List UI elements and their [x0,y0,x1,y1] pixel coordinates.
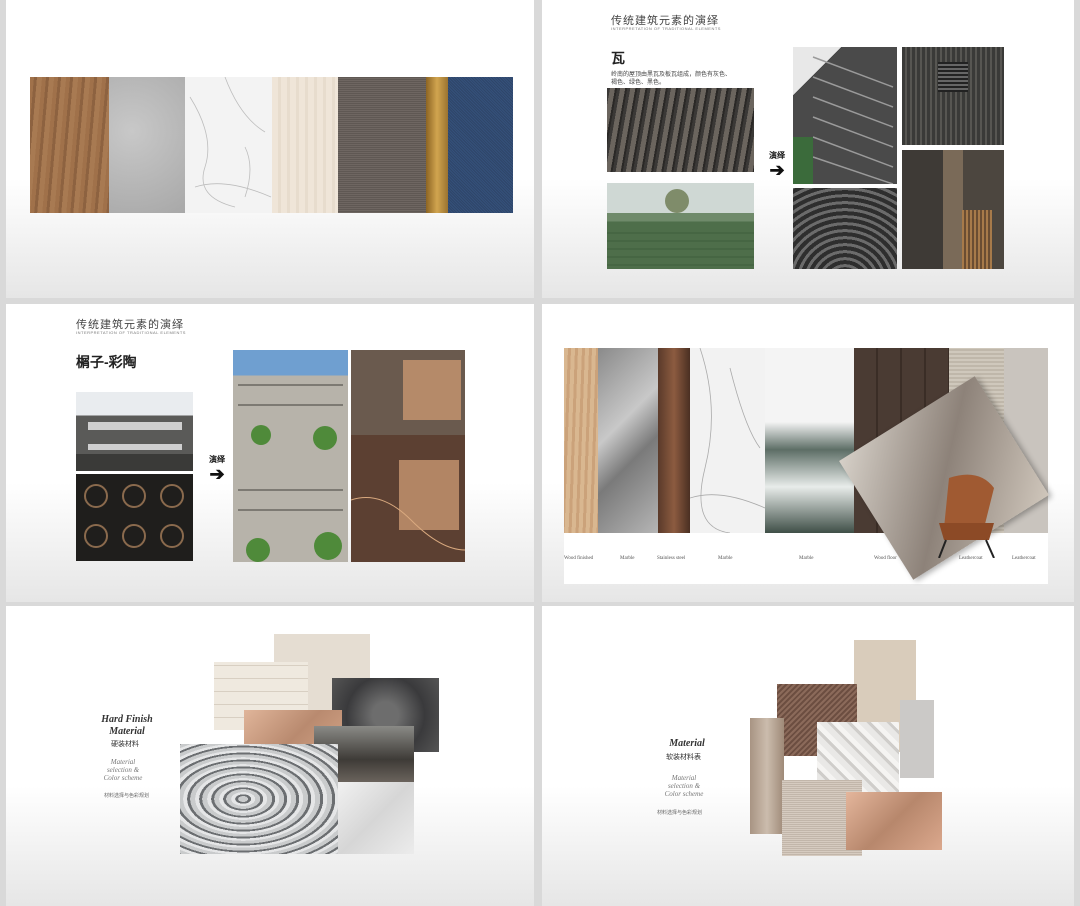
wood-swatch [30,77,109,213]
arrow-right-icon: ➔ [209,464,225,484]
beige-wood-swatch [272,77,338,213]
navy-fabric-swatch [448,77,513,213]
breeze-block-facade-photo [233,350,348,562]
light-gray-panel-tile [900,700,934,778]
slide-hard-finish-material[interactable]: Hard Finish Material 硬装材料 Material selec… [6,606,534,906]
description-line-2: 褐色、绿色、黑色。 [611,80,666,86]
stainless-steel-swatch [658,348,690,533]
label-stainless-steel: Stainless steel [657,556,686,561]
label-wood-floor: Wood floor [874,556,897,561]
lattice-pattern [84,484,184,548]
white-marble-swatch [185,76,272,213]
chair-icon [938,474,995,559]
section-heading: 榍子-彩陶 [76,354,137,370]
swirl-marble-tile [180,744,338,854]
roof-lines [607,189,754,266]
label-leathercoat-2: Leathercoat [1012,556,1036,561]
slide-ceramic-lattice[interactable]: 传统建筑元素的演绎 INTERPRETATION OF TRADITIONAL … [6,304,534,602]
arrow-label: 演绎 [769,151,785,160]
gray-fabric-swatch [338,77,426,213]
gray-stone-swatch [109,77,185,213]
building-lattice [76,422,193,471]
slide-title: Material [669,738,705,749]
footer-cn: 材料选择与色彩规划 [657,810,703,816]
slide-material-board[interactable]: Wood finished Marble Stainless steel Mar… [542,304,1074,602]
terracotta-interior-photo [350,350,466,562]
wood-finished-swatch [564,348,598,533]
ceramic-lattice-closeup [76,474,193,561]
curved-tiles-photo [793,188,897,269]
lounge-chair-image [924,468,1004,559]
brass-swatch [426,77,448,213]
slide-title-line-1: Hard Finish [101,714,153,725]
marble-veins [689,347,766,534]
terracotta-lattice [350,360,466,551]
slide-subtitle: INTERPRETATION OF TRADITIONAL ELEMENTS [76,330,186,335]
arrow-right-icon: ➔ [769,160,785,180]
slide-title-cn: 软装材料表 [666,754,701,761]
slide-title-cn: 硬装材料 [111,741,139,748]
label-leathercoat-1: Leathercoat [959,556,983,561]
subtitle-line-3: Color scheme [664,790,704,798]
breeze-block-pattern [238,384,343,562]
warm-light-accent [962,210,992,269]
white-marble-tile [338,782,414,854]
rose-copper-tile [846,792,942,850]
label-marble-3: Marble [799,556,814,561]
white-marble-swatch [689,347,766,534]
swatch-strip [30,76,513,213]
slide-tile-interpretation[interactable]: 传统建筑元素的演绎 INTERPRETATION OF TRADITIONAL … [542,0,1074,298]
traditional-building-photo [76,392,193,471]
subtitle-line-2: selection & [106,766,140,774]
subtitle-line-1: Material [671,774,697,782]
arrow-indicator: 演绎 ➔ [204,454,230,483]
footer-cn: 材料选择与色彩规划 [104,793,150,799]
brick-lattice [793,56,894,185]
arrow-label: 演绎 [209,455,225,464]
taupe-panel-tile [750,718,784,834]
subtitle-line-3: Color scheme [103,774,143,782]
landscape-marble-swatch [765,348,854,533]
slide-material-swatches[interactable] [6,0,534,298]
label-wood-finished: Wood finished [564,556,594,561]
label-marble-2: Marble [718,556,733,561]
green-roof-photo [607,183,754,269]
arrow-indicator: 演绎 ➔ [764,150,790,179]
window-grid [938,62,968,92]
dark-wall-photo [902,47,1004,145]
slide-soft-furnishing-material[interactable]: Material 软装材料表 Material selection & Colo… [542,606,1074,906]
gray-marble-swatch [598,348,658,533]
slide-title-line-2: Material [109,726,145,737]
interior-tile-wall-photo [902,150,1004,269]
label-marble-1: Marble [620,556,635,561]
section-heading: 瓦 [611,50,625,66]
material-board: Wood finished Marble Stainless steel Mar… [564,347,1049,584]
subtitle-line-1: Material [110,758,136,766]
tile-facade-photo [793,47,897,185]
slide-subtitle: INTERPRETATION OF TRADITIONAL ELEMENTS [611,26,721,31]
subtitle-line-2: selection & [667,782,701,790]
marble-veins [189,76,272,208]
roof-tiles-photo [607,88,754,172]
